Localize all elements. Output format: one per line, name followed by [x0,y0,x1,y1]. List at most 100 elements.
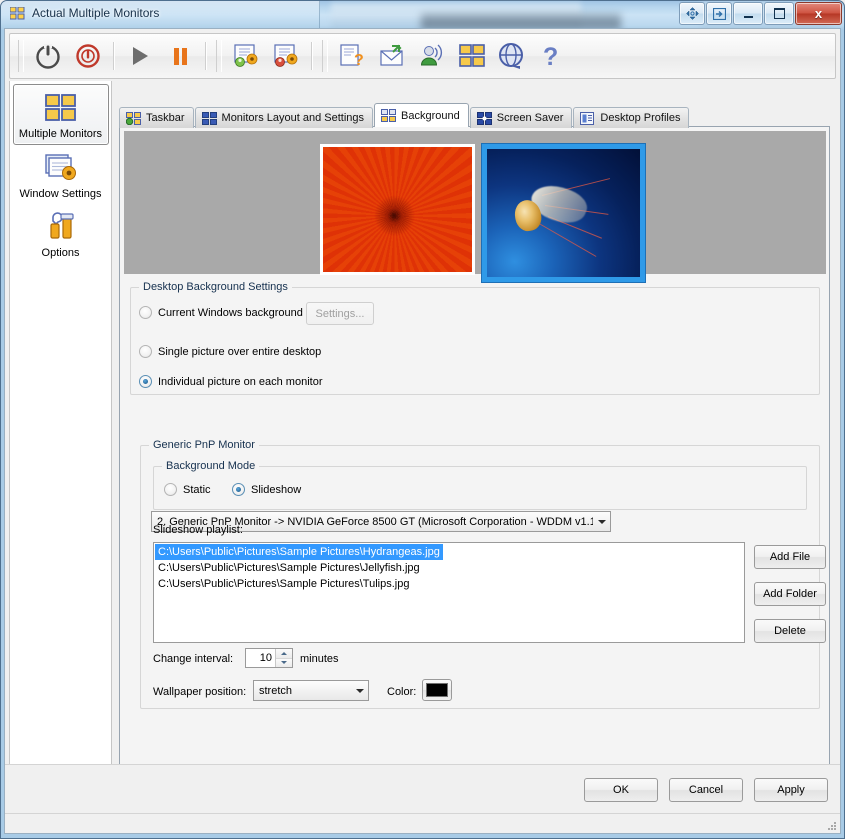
delete-button[interactable]: Delete [754,619,826,643]
svg-text:?: ? [543,43,558,70]
tools-icon [44,209,78,245]
tab-label: Taskbar [146,112,185,124]
settings-button[interactable]: Settings... [306,302,374,325]
radio-label: Single picture over entire desktop [158,345,322,358]
tab-screen-saver[interactable]: Screen Saver [469,107,573,128]
delete-label: Delete [774,625,806,637]
list-item[interactable]: C:\Users\Public\Pictures\Sample Pictures… [155,560,743,576]
tab-desktop-profiles[interactable]: Desktop Profiles [573,107,690,128]
desktop-background-settings-group: Desktop Background Settings Current Wind… [130,281,820,395]
sidebar-item-window-settings[interactable]: Window Settings [10,145,111,204]
monitors-grid-icon [44,90,78,126]
color-picker-button[interactable] [422,679,452,701]
toolbar-grip-3[interactable] [322,40,328,72]
tab-taskbar[interactable]: Taskbar [119,107,194,128]
sidebar-item-label: Window Settings [19,188,102,200]
tab-background[interactable]: Background [374,103,469,127]
change-interval-stepper[interactable]: 10 [245,648,293,668]
radio-current-windows-background[interactable]: Current Windows background [139,306,303,319]
taskbar-icon [126,111,141,125]
question-mark-icon[interactable]: ? [532,36,572,76]
close-button[interactable]: x [795,2,842,25]
support-person-icon[interactable] [412,36,452,76]
window-settings-icon[interactable] [226,36,266,76]
settings-button-label: Settings... [315,307,365,320]
monitor-preview-1[interactable] [320,144,475,275]
monitor-preview-area [124,131,826,282]
add-folder-label: Add Folder [763,588,817,600]
toolbar-separator-2 [205,42,207,70]
wallpaper-position-combo[interactable]: stretch [253,680,369,701]
resize-grip-icon[interactable] [825,819,837,831]
radio-label: Individual picture on each monitor [158,375,323,388]
send-to-monitor-icon[interactable] [706,2,732,25]
caption-buttons: x [678,2,842,25]
add-file-button[interactable]: Add File [754,545,826,569]
change-interval-label: Change interval: [153,653,234,665]
pause-icon[interactable] [160,36,200,76]
radio-slideshow[interactable]: Slideshow [232,483,301,496]
toolbar-grip[interactable] [18,40,24,72]
stop-circle-icon[interactable] [68,36,108,76]
radio-indicator [139,375,152,388]
list-item[interactable]: C:\Users\Public\Pictures\Sample Pictures… [155,544,743,560]
layout-icon [201,111,217,125]
apply-button[interactable]: Apply [754,778,828,802]
toolbar-separator [113,42,115,70]
about-globe-icon[interactable] [492,36,532,76]
stepper-up-icon[interactable] [276,649,292,659]
radio-label: Slideshow [251,483,302,496]
radio-indicator [232,483,245,496]
mail-icon[interactable] [372,36,412,76]
radio-indicator [164,483,177,496]
window-title: Actual Multiple Monitors [32,6,160,20]
radio-static[interactable]: Static [164,483,211,496]
radio-individual-picture-on-each-monitor[interactable]: Individual picture on each monitor [139,375,322,388]
sidebar-item-multiple-monitors[interactable]: Multiple Monitors [12,84,109,145]
stepper-down-icon[interactable] [276,658,292,667]
tab-label: Screen Saver [496,112,564,124]
add-file-label: Add File [769,551,811,563]
play-icon[interactable] [120,36,160,76]
cancel-button[interactable]: Cancel [669,778,743,802]
list-item-label: C:\Users\Public\Pictures\Sample Pictures… [158,578,410,590]
monitors-grid-icon[interactable] [452,36,492,76]
radio-single-picture-over-entire-desktop[interactable]: Single picture over entire desktop [139,345,321,358]
change-interval-units: minutes [300,653,339,665]
monitor-preview-2[interactable] [482,144,645,282]
client-area: ? ? Multiple Monitors Window Settings Op… [4,28,841,834]
power-icon[interactable] [28,36,68,76]
toolbar-grip-2[interactable] [216,40,222,72]
svg-text:?: ? [354,52,364,69]
chevron-down-icon [351,681,368,700]
toolbar-separator-3 [311,42,313,70]
ok-button[interactable]: OK [584,778,658,802]
move-arrows-icon[interactable] [679,2,705,25]
tab-label: Background [401,109,460,122]
list-item-label: C:\Users\Public\Pictures\Sample Pictures… [155,544,443,560]
add-folder-button[interactable]: Add Folder [754,582,826,606]
tab-page-background: Desktop Background Settings Current Wind… [119,126,830,774]
radio-label: Static [183,483,211,496]
document-help-icon[interactable]: ? [332,36,372,76]
generic-pnp-monitor-group: Generic PnP Monitor Background Mode Stat… [140,439,826,709]
close-icon: x [814,6,823,21]
slideshow-playlist-listbox[interactable]: C:\Users\Public\Pictures\Sample Pictures… [153,542,745,643]
flower-wallpaper [323,147,472,272]
background-icon [381,109,397,122]
profile-settings-icon[interactable] [266,36,306,76]
sidebar-item-label: Options [41,247,80,259]
apply-label: Apply [777,784,805,796]
color-swatch [426,683,448,697]
sidebar-item-options[interactable]: Options [10,204,111,263]
tab-label: Desktop Profiles [600,112,681,124]
group-title: Desktop Background Settings [139,281,292,293]
minimize-button[interactable] [733,2,763,25]
tab-monitors-layout-and-settings[interactable]: Monitors Layout and Settings [194,107,374,128]
title-bar: Actual Multiple Monitors x [0,0,845,28]
ok-label: OK [613,784,629,796]
radio-indicator [139,345,152,358]
list-item[interactable]: C:\Users\Public\Pictures\Sample Pictures… [155,576,743,592]
maximize-button[interactable] [764,2,794,25]
jellyfish-wallpaper [487,149,640,277]
